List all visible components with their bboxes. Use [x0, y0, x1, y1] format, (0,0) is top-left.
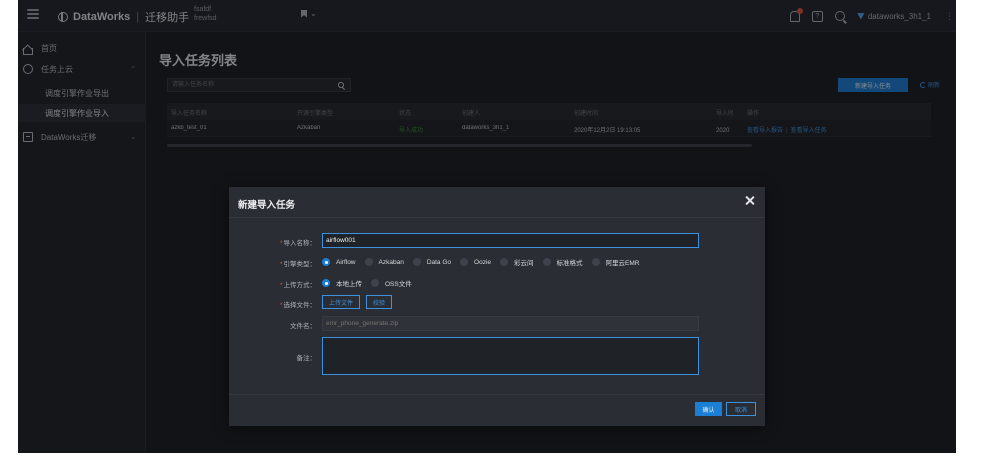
radio-icon — [364, 258, 373, 266]
dialog-title: 新建导入任务 — [238, 200, 296, 211]
radio-aliyun-emr[interactable]: 阿里云EMR — [591, 257, 639, 267]
new-import-task-dialog: 新建导入任务 *导入名称： *引擎类型： Airflow Azkaban Dat… — [229, 187, 765, 426]
filename-field — [322, 316, 699, 331]
upload-method-radio-group: 本地上传 OSS文件 — [322, 275, 421, 291]
radio-data-go[interactable]: Data Go — [412, 258, 451, 266]
verify-button[interactable]: 校验 — [366, 295, 393, 309]
field-label: *引擎类型： — [279, 261, 316, 268]
radio-icon — [500, 258, 509, 266]
field-label: *选择文件： — [279, 302, 316, 309]
form-row-upload-method: *上传方式： 本地上传 OSS文件 — [229, 275, 765, 291]
radio-standard-format[interactable]: 标准格式 — [542, 257, 583, 267]
required-mark: * — [279, 302, 283, 309]
radio-local-upload[interactable]: 本地上传 — [322, 278, 362, 288]
radio-selected-icon — [322, 279, 330, 287]
cancel-button[interactable]: 取消 — [726, 402, 756, 416]
radio-icon — [460, 258, 469, 266]
radio-icon — [542, 258, 551, 266]
required-mark: * — [279, 282, 283, 289]
form-row-name: *导入名称： — [229, 233, 765, 249]
required-mark: * — [279, 240, 283, 247]
field-label: *上传方式： — [279, 282, 316, 289]
radio-icon — [591, 258, 600, 266]
form-row-remark: 备注： — [229, 337, 765, 375]
remark-textarea[interactable] — [322, 337, 699, 375]
radio-oozie[interactable]: Oozie — [460, 258, 491, 266]
radio-selected-icon — [322, 258, 330, 266]
form-row-filename: 文件名： — [229, 316, 765, 332]
radio-caiyunjian[interactable]: 彩云间 — [500, 257, 534, 267]
import-name-input[interactable] — [322, 233, 699, 248]
close-icon[interactable] — [744, 195, 756, 207]
confirm-button[interactable]: 确认 — [695, 402, 722, 416]
upload-file-button[interactable]: 上传文件 — [322, 295, 361, 309]
engine-type-radio-group: Airflow Azkaban Data Go Oozie 彩云间 标准格式 阿… — [322, 254, 648, 270]
radio-airflow[interactable]: Airflow — [322, 258, 356, 266]
radio-azkaban[interactable]: Azkaban — [364, 258, 404, 266]
divider — [229, 217, 765, 218]
form-row-select-file: *选择文件： 上传文件 校验 — [229, 295, 765, 311]
radio-oss-file[interactable]: OSS文件 — [371, 278, 412, 288]
form-row-engine-type: *引擎类型： Airflow Azkaban Data Go Oozie 彩云间… — [229, 254, 765, 270]
field-label: 备注： — [296, 355, 317, 362]
app-window: DataWorks | 迁移助手 fsafdf frewfsd ⌄ ? data… — [18, 0, 956, 453]
radio-icon — [412, 258, 421, 266]
field-label: *导入名称： — [279, 240, 316, 247]
divider — [229, 394, 765, 395]
field-label: 文件名： — [290, 323, 316, 330]
radio-icon — [371, 279, 379, 287]
required-mark: * — [279, 261, 283, 268]
